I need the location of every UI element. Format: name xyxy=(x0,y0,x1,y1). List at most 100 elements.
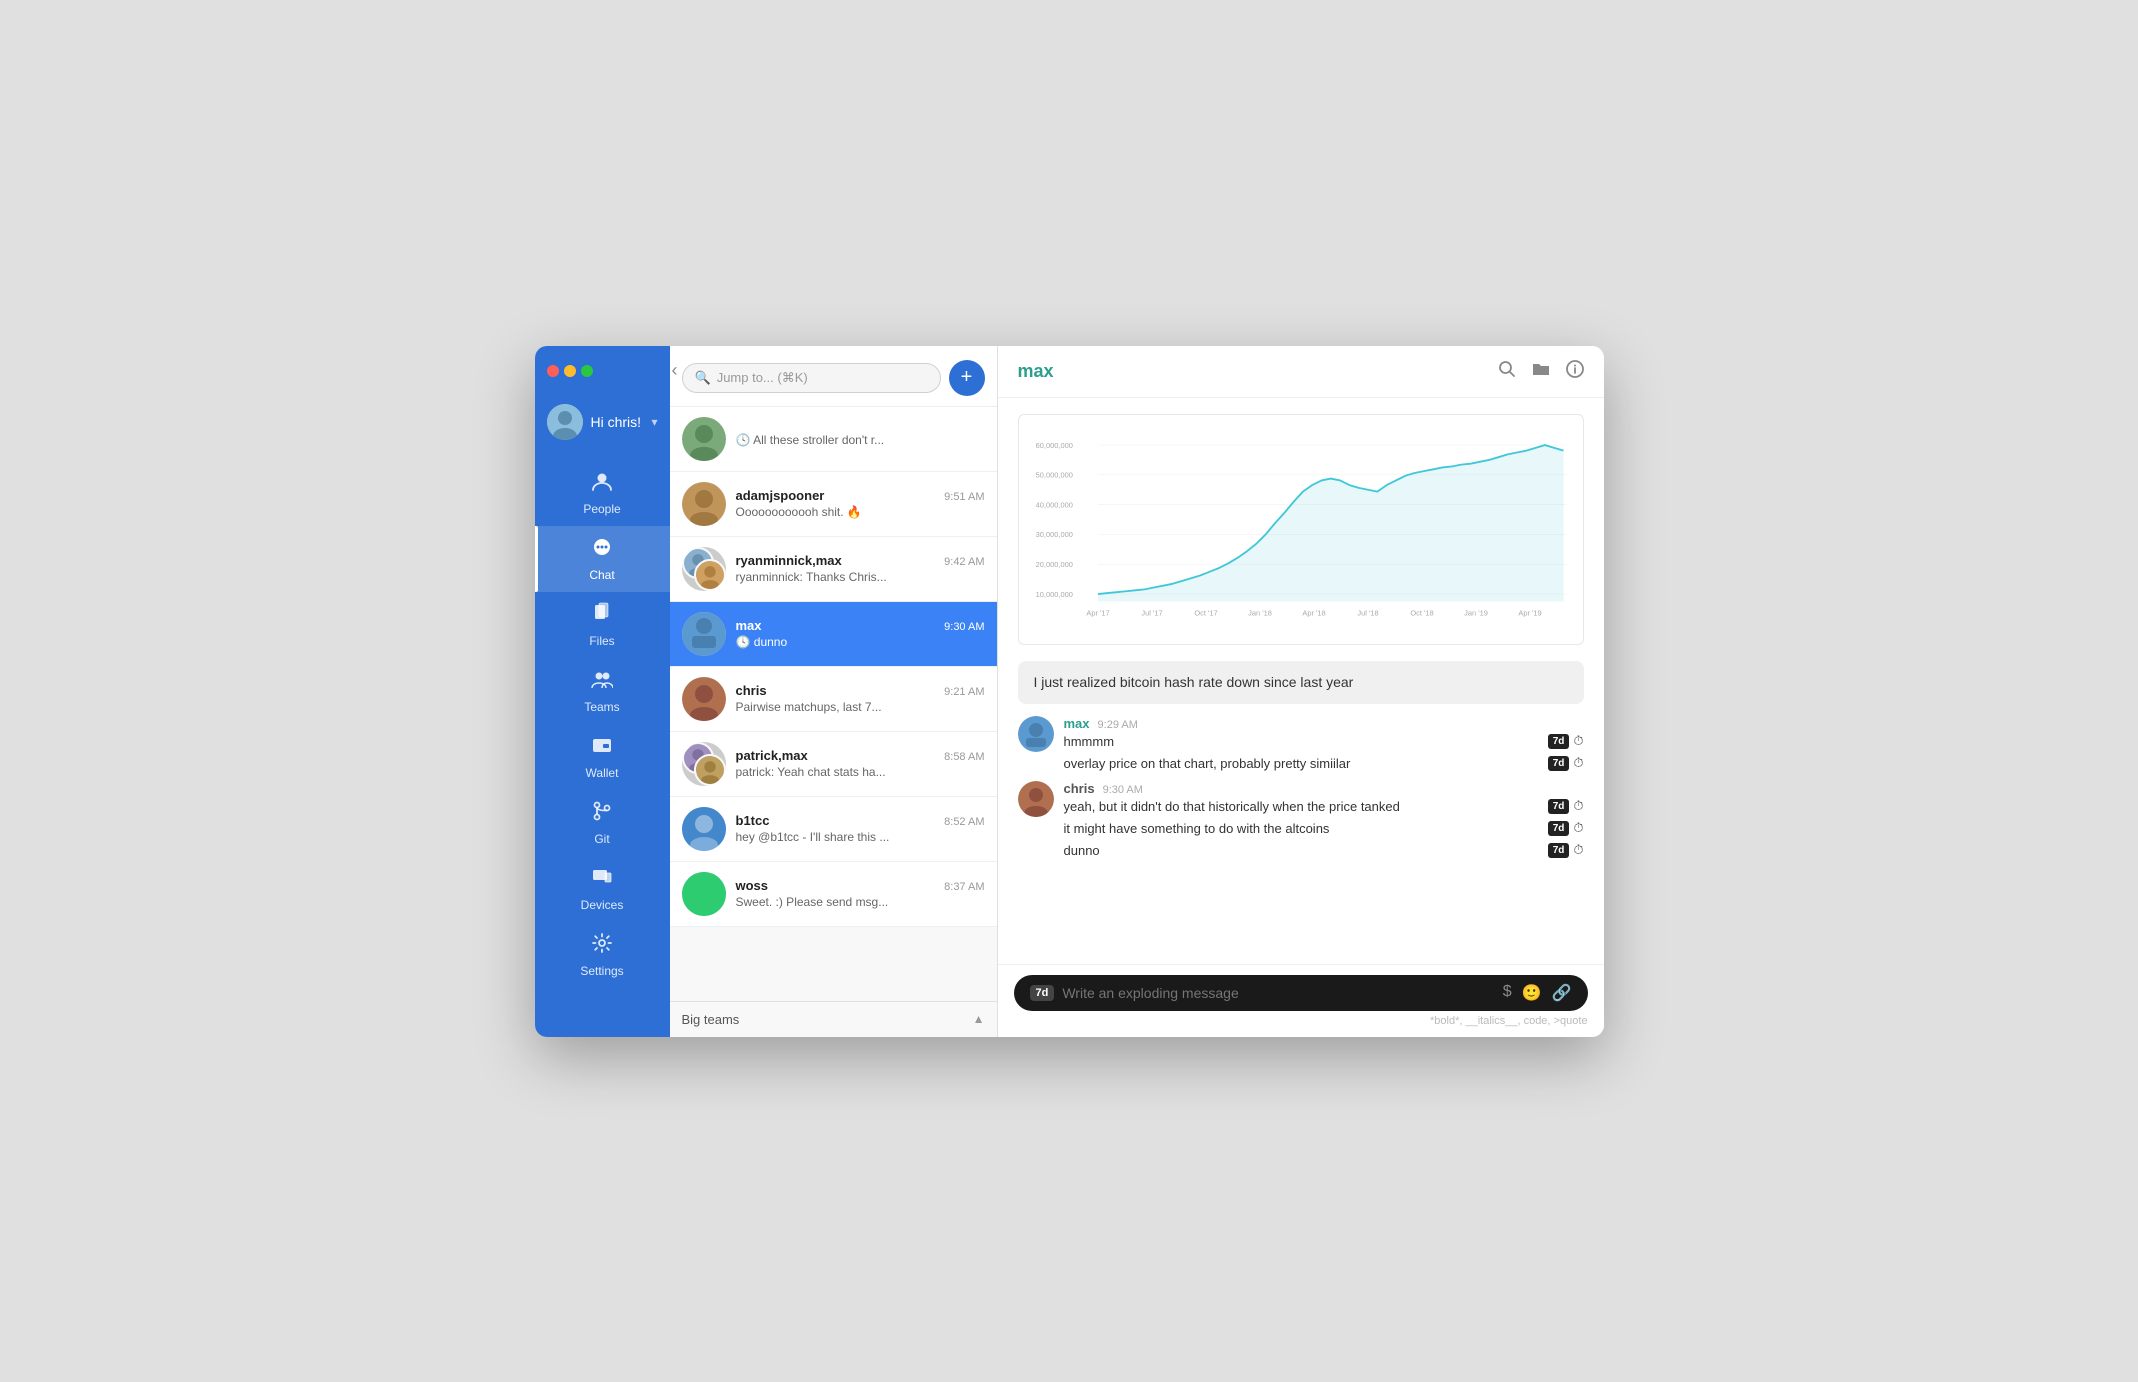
svg-text:50,000,000: 50,000,000 xyxy=(1035,470,1072,479)
chat-info: woss 8:37 AM Sweet. :) Please send msg..… xyxy=(736,878,985,909)
avatar xyxy=(682,742,726,786)
msg-badges: 7d ⏱ xyxy=(1548,755,1584,771)
timer-icon: ⏱ xyxy=(1573,755,1583,771)
expiry-badge-input[interactable]: 7d xyxy=(1030,985,1055,1001)
search-icon: 🔍 xyxy=(695,370,711,386)
expiry-badge: 7d xyxy=(1548,734,1570,749)
bitcoin-chart: 60,000,000 50,000,000 40,000,000 30,000,… xyxy=(1018,414,1584,645)
search-bar[interactable]: 🔍 Jump to... (⌘K) xyxy=(682,363,941,393)
expiry-badge: 7d xyxy=(1548,799,1570,814)
timer-icon: ⏱ xyxy=(1573,733,1583,749)
sidebar-item-git[interactable]: Git xyxy=(535,790,670,856)
back-button[interactable]: ‹ xyxy=(672,360,678,381)
sidebar-item-label: People xyxy=(583,502,620,516)
msg-text: hmmmm xyxy=(1064,734,1115,749)
svg-text:Jan '19: Jan '19 xyxy=(1464,608,1488,617)
teams-icon xyxy=(591,668,613,696)
sidebar-item-people[interactable]: People xyxy=(535,460,670,526)
files-icon xyxy=(591,602,613,630)
chart-svg: 60,000,000 50,000,000 40,000,000 30,000,… xyxy=(1031,427,1571,627)
msg-badges: 7d ⏱ xyxy=(1548,733,1584,749)
timer-icon: ⏱ xyxy=(1573,798,1583,814)
msg-line: it might have something to do with the a… xyxy=(1064,820,1584,836)
list-item[interactable]: b1tcc 8:52 AM hey @b1tcc - I'll share th… xyxy=(670,797,997,862)
list-item[interactable]: patrick,max 8:58 AM patrick: Yeah chat s… xyxy=(670,732,997,797)
msg-author: max xyxy=(1064,716,1090,731)
list-item[interactable]: chris 9:21 AM Pairwise matchups, last 7.… xyxy=(670,667,997,732)
chat-info: 🕓 All these stroller don't r... xyxy=(736,431,985,447)
close-button[interactable] xyxy=(547,365,559,377)
chat-info: ryanminnick,max 9:42 AM ryanminnick: Tha… xyxy=(736,553,985,584)
initial-message: I just realized bitcoin hash rate down s… xyxy=(1018,661,1584,705)
avatar xyxy=(1018,716,1054,752)
avatar xyxy=(682,612,726,656)
header-icons xyxy=(1498,360,1584,383)
link-icon[interactable]: 🔗 xyxy=(1552,983,1572,1003)
svg-text:20,000,000: 20,000,000 xyxy=(1035,560,1072,569)
msg-line: hmmmm 7d ⏱ xyxy=(1064,733,1584,749)
msg-badges: 7d ⏱ xyxy=(1548,798,1584,814)
user-name: Hi chris! xyxy=(591,414,644,430)
sidebar-item-label: Devices xyxy=(581,898,624,912)
sidebar-item-settings[interactable]: Settings xyxy=(535,922,670,988)
chat-name: woss xyxy=(736,878,769,893)
emoji-icon[interactable]: 🙂 xyxy=(1522,983,1542,1003)
avatar xyxy=(682,807,726,851)
minimize-button[interactable] xyxy=(564,365,576,377)
svg-text:Apr '19: Apr '19 xyxy=(1518,608,1541,617)
maximize-button[interactable] xyxy=(581,365,593,377)
info-icon[interactable] xyxy=(1566,360,1584,383)
expiry-badge: 7d xyxy=(1548,843,1570,858)
chat-time: 9:21 AM xyxy=(944,686,984,698)
list-item[interactable]: 🕓 All these stroller don't r... xyxy=(670,407,997,472)
svg-text:Jan '18: Jan '18 xyxy=(1248,608,1272,617)
list-item[interactable]: ryanminnick,max 9:42 AM ryanminnick: Tha… xyxy=(670,537,997,602)
chat-list-footer[interactable]: Big teams ▲ xyxy=(670,1001,997,1037)
chat-preview: Oooooooooooh shit. 🔥 xyxy=(736,505,985,519)
sidebar-item-label: Files xyxy=(589,634,614,648)
chat-info: max 9:30 AM 🕓 dunno xyxy=(736,618,985,649)
svg-text:Apr '17: Apr '17 xyxy=(1086,608,1109,617)
svg-text:Apr '18: Apr '18 xyxy=(1302,608,1325,617)
chat-input-area: 7d $ 🙂 🔗 *bold*, __italics__, code, >quo… xyxy=(998,964,1604,1037)
list-item-active[interactable]: max 9:30 AM 🕓 dunno xyxy=(670,602,997,667)
msg-author: chris xyxy=(1064,781,1095,796)
msg-badges: 7d ⏱ xyxy=(1548,820,1584,836)
chat-preview: Sweet. :) Please send msg... xyxy=(736,895,985,909)
chat-name: chris xyxy=(736,683,767,698)
compose-button[interactable]: + xyxy=(949,360,985,396)
dollar-icon[interactable]: $ xyxy=(1503,983,1512,1003)
sidebar-item-wallet[interactable]: Wallet xyxy=(535,724,670,790)
sidebar-item-label: Git xyxy=(594,832,609,846)
chat-time: 9:42 AM xyxy=(944,556,984,568)
sidebar-item-label: Teams xyxy=(584,700,619,714)
message-input[interactable] xyxy=(1062,985,1494,1001)
sidebar-item-chat[interactable]: Chat xyxy=(535,526,670,592)
message-row: chris 9:30 AM yeah, but it didn't do tha… xyxy=(1018,781,1584,864)
format-hint: *bold*, __italics__, code, >quote xyxy=(1014,1015,1588,1027)
list-item[interactable]: woss 8:37 AM Sweet. :) Please send msg..… xyxy=(670,862,997,927)
folder-icon[interactable] xyxy=(1532,360,1550,383)
user-header[interactable]: Hi chris! ▾ xyxy=(535,396,670,448)
chat-content: 60,000,000 50,000,000 40,000,000 30,000,… xyxy=(998,398,1604,964)
chat-main: max 60,000,000 50,000,000 xyxy=(998,346,1604,1037)
list-item[interactable]: adamjspooner 9:51 AM Oooooooooooh shit. … xyxy=(670,472,997,537)
search-icon[interactable] xyxy=(1498,360,1516,383)
message-row: max 9:29 AM hmmmm 7d ⏱ overlay price on … xyxy=(1018,716,1584,777)
chat-name: adamjspooner xyxy=(736,488,825,503)
chat-time: 8:37 AM xyxy=(944,881,984,893)
svg-text:Jul '17: Jul '17 xyxy=(1141,608,1162,617)
avatar xyxy=(682,417,726,461)
chat-main-header: max xyxy=(998,346,1604,398)
sidebar-item-teams[interactable]: Teams xyxy=(535,658,670,724)
chat-preview: 🕓 dunno xyxy=(736,635,985,649)
msg-content: chris 9:30 AM yeah, but it didn't do tha… xyxy=(1064,781,1584,864)
chevron-down-icon: ▾ xyxy=(651,415,657,429)
msg-line: yeah, but it didn't do that historically… xyxy=(1064,798,1584,814)
sidebar-item-devices[interactable]: Devices xyxy=(535,856,670,922)
svg-text:40,000,000: 40,000,000 xyxy=(1035,500,1072,509)
expiry-badge: 7d xyxy=(1548,821,1570,836)
settings-icon xyxy=(591,932,613,960)
sidebar-item-files[interactable]: Files xyxy=(535,592,670,658)
chat-name: max xyxy=(736,618,762,633)
